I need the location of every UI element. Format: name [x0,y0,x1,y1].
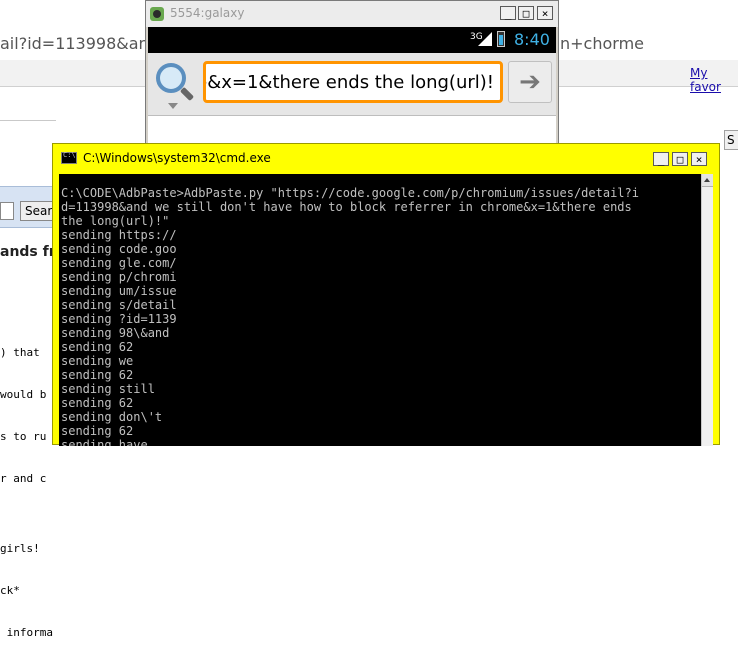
battery-icon [497,31,505,47]
console-line: sending 62 [61,368,134,382]
console-line: d=113998&and we still don't have how to … [61,200,632,214]
minimize-button[interactable]: _ [653,152,669,166]
emulator-title: 5554:galaxy [170,6,245,20]
console-line: C:\CODE\AdbPaste>AdbPaste.py "https://co… [61,186,639,200]
cmd-title-bar[interactable]: C:\Windows\system32\cmd.exe _ □ × [53,144,719,174]
console-text: C:\CODE\AdbPaste>AdbPaste.py "https://co… [61,186,639,446]
address-text-right: n+chorme [560,34,644,53]
body-line: ck* [0,584,20,597]
page-search-input[interactable] [0,202,14,220]
url-input-value: e&x=1&there ends the long(url)! [203,72,494,93]
console-line: sending 62 [61,424,134,438]
console-line: sending don\'t [61,410,163,424]
body-line: s to ru [0,430,47,443]
console-line: sending we [61,354,134,368]
body-line: informa [0,626,53,639]
console-line: sending still [61,382,155,396]
status-clock: 8:40 [514,30,550,49]
emulator-window: 5554:galaxy _ □ × 3G 8:40 e&x=1&there en… [145,0,559,150]
body-line: r and c [0,472,47,485]
console-line: sending s/detail [61,298,177,312]
console-output[interactable]: C:\CODE\AdbPaste>AdbPaste.py "https://co… [59,174,701,446]
console-line: sending 62 [61,396,134,410]
console-icon [61,151,77,164]
body-line: ) that [0,346,40,359]
go-button[interactable]: ➔ [508,61,552,103]
cmd-window: C:\Windows\system32\cmd.exe _ □ × C:\COD… [52,143,720,446]
browser-search-bar: e&x=1&there ends the long(url)! ➔ [148,53,556,116]
signal-icon [478,32,492,46]
console-line: sending gle.com/ [61,256,177,270]
page-body-text: ) that would b s to ru r and c girls! ck… [0,318,53,668]
console-line: sending um/issue [61,284,177,298]
emulator-title-bar[interactable]: 5554:galaxy _ □ × [146,1,558,27]
maximize-button[interactable]: □ [672,152,688,166]
url-input[interactable]: e&x=1&there ends the long(url)! [203,61,503,103]
address-text-left: ail?id=113998&an [0,34,149,53]
dropdown-arrow-icon[interactable] [168,103,178,109]
console-line: sending 98\&and [61,326,170,340]
console-line: the long(url)!" [61,214,170,228]
scroll-up-arrow-icon[interactable] [702,174,713,187]
maximize-button[interactable]: □ [518,6,534,20]
body-line: would b [0,388,47,401]
vertical-scrollbar[interactable] [701,174,713,446]
console-line: sending 62 [61,340,134,354]
console-line: sending code.goo [61,242,177,256]
android-screen: 3G 8:40 e&x=1&there ends the long(url)! … [148,27,556,149]
emulator-app-icon [150,7,164,21]
arrow-right-icon: ➔ [519,67,541,97]
favorites-link[interactable]: My favor [690,66,738,94]
body-line: girls! [0,542,40,555]
console-line: sending https:// [61,228,177,242]
cmd-title: C:\Windows\system32\cmd.exe [83,151,271,165]
close-button[interactable]: × [691,152,707,166]
minimize-button[interactable]: _ [500,6,516,20]
divider [0,120,56,121]
close-button[interactable]: × [537,6,553,20]
page-side-button[interactable]: S [724,130,738,150]
search-icon[interactable] [156,63,186,93]
console-line: sending ?id=1139 [61,312,177,326]
console-line: sending p/chromi [61,270,177,284]
status-bar: 3G 8:40 [148,27,556,53]
